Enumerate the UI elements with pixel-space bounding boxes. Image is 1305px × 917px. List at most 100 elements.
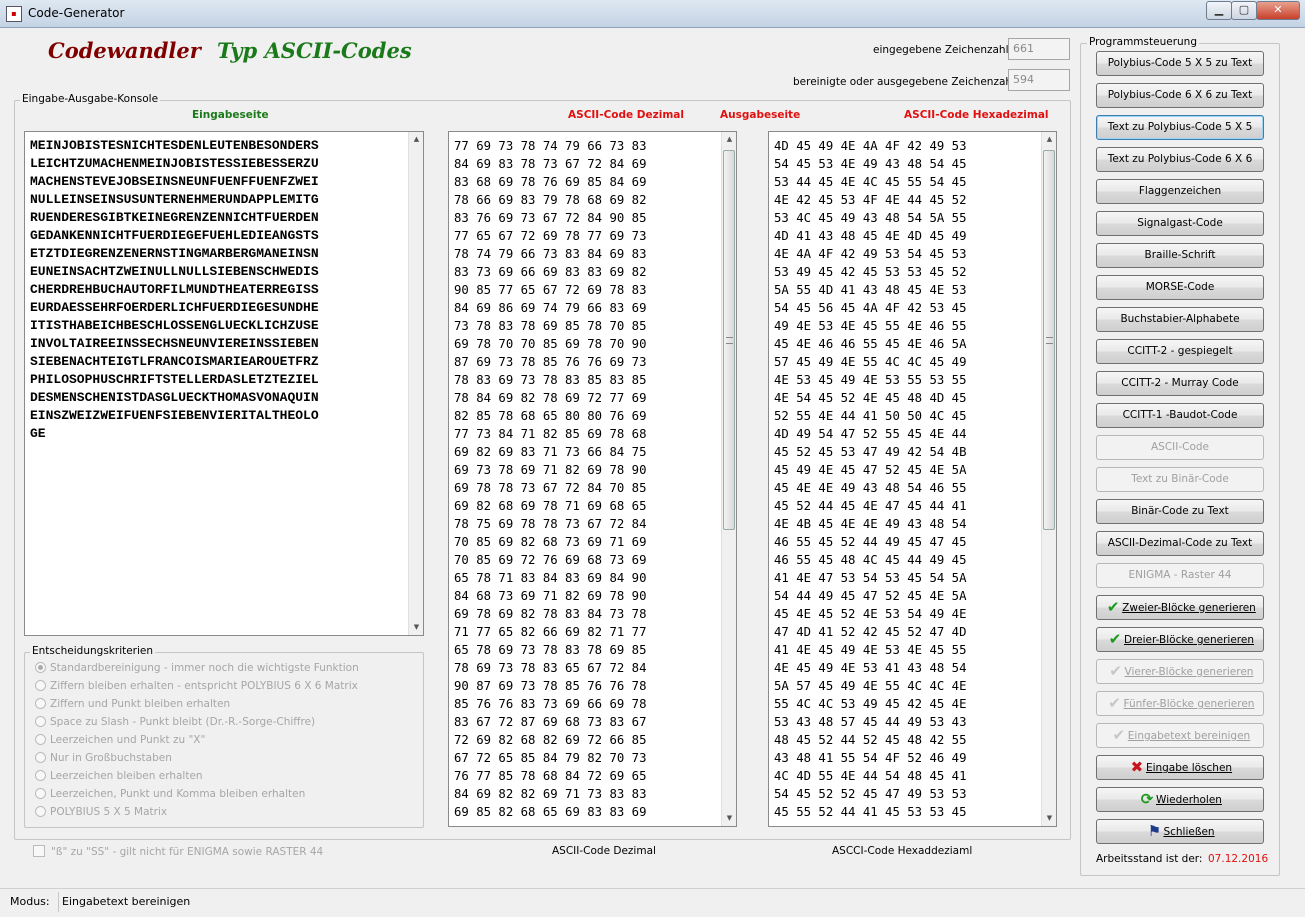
delete-icon: ✖ (1130, 758, 1144, 776)
control-button[interactable]: ✔ Zweier-Blöcke generieren (1096, 595, 1264, 620)
control-button[interactable]: ENIGMA - Raster 44 (1096, 563, 1264, 588)
radio-button[interactable] (35, 680, 46, 691)
output-count-field[interactable]: 594 (1008, 69, 1070, 91)
control-button[interactable]: Text zu Binär-Code (1096, 467, 1264, 492)
input-count-field[interactable]: 661 (1008, 38, 1070, 60)
criteria-option[interactable]: Space zu Slash - Punkt bleibt (Dr.-R.-So… (35, 714, 315, 730)
radio-button[interactable] (35, 734, 46, 745)
criteria-option[interactable]: Leerzeichen und Punkt zu "X" (35, 732, 205, 748)
input-count-label: eingegebene Zeichenzahl (873, 44, 1009, 56)
status-mode-label: Modus: (10, 895, 50, 908)
control-button-label: Vierer-Blöcke generieren (1124, 666, 1254, 678)
criteria-option-label: Standardbereinigung - immer noch die wic… (50, 662, 359, 674)
ss-checkbox[interactable] (33, 845, 45, 857)
scrollbar-thumb[interactable] (723, 150, 735, 530)
control-button[interactable]: Text zu Polybius-Code 5 X 5 (1096, 115, 1264, 140)
control-button[interactable]: Polybius-Code 5 X 5 zu Text (1096, 51, 1264, 76)
ss-checkbox-label: "ß" zu "SS" - gilt nicht für ENIGMA sowi… (51, 846, 324, 858)
criteria-option[interactable]: Nur in Großbuchstaben (35, 750, 172, 766)
output-count-label: bereinigte oder ausgegebene Zeichenzahl (793, 76, 1015, 88)
radio-button[interactable] (35, 770, 46, 781)
control-button[interactable]: ⟳ Wiederholen (1096, 787, 1264, 812)
header-title-type: Typ ASCII-Codes (217, 38, 412, 63)
date-value: 07.12.2016 (1208, 853, 1269, 865)
control-button-label: Text zu Polybius-Code 6 X 6 (1107, 153, 1253, 165)
title-bar[interactable]: ▪ Code-Generator ▁ ▢ ✕ (0, 0, 1305, 28)
check-icon: ✔ (1109, 662, 1122, 680)
input-textarea[interactable]: MEINJOBISTESNICHTESDENLEUTENBESONDERS LE… (24, 131, 424, 636)
criteria-option[interactable]: Standardbereinigung - immer noch die wic… (35, 660, 359, 676)
control-button[interactable]: ASCII-Dezimal-Code zu Text (1096, 531, 1264, 556)
hex-bottom-label: ASCCI-Code Hexaddeziaml (832, 845, 973, 857)
radio-button[interactable] (35, 806, 46, 817)
control-button[interactable]: Signalgast-Code (1096, 211, 1264, 236)
control-button[interactable]: MORSE-Code (1096, 275, 1264, 300)
hex-output-textarea[interactable]: 4D 45 49 4E 4A 4F 42 49 53 54 45 53 4E 4… (768, 131, 1057, 827)
hex-scrollbar[interactable]: ▲ ▼ (1041, 132, 1056, 826)
grip-icon (1046, 337, 1053, 344)
close-window-button[interactable]: ✕ (1256, 1, 1300, 20)
radio-button[interactable] (35, 716, 46, 727)
control-button[interactable]: ✔ Eingabetext bereinigen (1096, 723, 1264, 748)
radio-button[interactable] (35, 698, 46, 709)
decimal-scrollbar[interactable]: ▲ ▼ (721, 132, 736, 826)
radio-button[interactable] (35, 788, 46, 799)
control-button-label: Flaggenzeichen (1138, 185, 1222, 197)
control-button[interactable]: Buchstabier-Alphabete (1096, 307, 1264, 332)
console-group-label: Eingabe-Ausgabe-Konsole (20, 93, 161, 105)
scroll-down-icon[interactable]: ▼ (722, 811, 736, 826)
control-button-label: CCITT-1 -Baudot-Code (1122, 409, 1238, 421)
criteria-option[interactable]: POLYBIUS 5 X 5 Matrix (35, 804, 167, 820)
control-button-label: MORSE-Code (1145, 281, 1215, 293)
criteria-option[interactable]: Leerzeichen bleiben erhalten (35, 768, 203, 784)
control-button-label: Polybius-Code 6 X 6 zu Text (1107, 89, 1253, 101)
scroll-down-icon[interactable]: ▼ (1042, 811, 1056, 826)
grip-icon (726, 337, 733, 344)
criteria-option[interactable]: Leerzeichen, Punkt und Komma bleiben erh… (35, 786, 305, 802)
control-button[interactable]: Braille-Schrift (1096, 243, 1264, 268)
control-button[interactable]: ✖ Eingabe löschen (1096, 755, 1264, 780)
scroll-up-icon[interactable]: ▲ (409, 132, 423, 147)
control-button[interactable]: Polybius-Code 6 X 6 zu Text (1096, 83, 1264, 108)
control-button-label: Buchstabier-Alphabete (1120, 313, 1240, 325)
input-scrollbar[interactable]: ▲ ▼ (408, 132, 423, 635)
scrollbar-thumb[interactable] (1043, 150, 1055, 530)
control-button[interactable]: ⚑ Schließen (1096, 819, 1264, 844)
hex-column-label: ASCII-Code Hexadezimal (904, 109, 1049, 121)
decimal-output-textarea[interactable]: 77 69 73 78 74 79 66 73 83 84 69 83 78 7… (448, 131, 737, 827)
minimize-button[interactable]: ▁ (1206, 1, 1232, 20)
maximize-button[interactable]: ▢ (1231, 1, 1257, 20)
program-control-label: Programmsteuerung (1087, 36, 1199, 48)
app-icon: ▪ (6, 6, 22, 22)
control-button[interactable]: Flaggenzeichen (1096, 179, 1264, 204)
control-button[interactable]: ✔ Fünfer-Blöcke generieren (1096, 691, 1264, 716)
control-button[interactable]: ✔ Vierer-Blöcke generieren (1096, 659, 1264, 684)
criteria-option[interactable]: Ziffern und Punkt bleiben erhalten (35, 696, 230, 712)
control-button[interactable]: CCITT-2 - gespiegelt (1096, 339, 1264, 364)
control-button-label: Text zu Binär-Code (1131, 473, 1229, 485)
control-button-label: Eingabe löschen (1145, 762, 1233, 774)
scroll-down-icon[interactable]: ▼ (409, 620, 423, 635)
criteria-option-label: Nur in Großbuchstaben (50, 752, 172, 764)
criteria-option[interactable]: Ziffern bleiben erhalten - entspricht PO… (35, 678, 358, 694)
dec-column-label: ASCII-Code Dezimal (568, 109, 684, 121)
control-button-label: Polybius-Code 5 X 5 zu Text (1107, 57, 1253, 69)
control-button[interactable]: ASCII-Code (1096, 435, 1264, 460)
header-title-codewandler: Codewandler (48, 38, 201, 63)
control-button[interactable]: CCITT-2 - Murray Code (1096, 371, 1264, 396)
scroll-up-icon[interactable]: ▲ (722, 132, 736, 147)
scroll-up-icon[interactable]: ▲ (1042, 132, 1056, 147)
radio-button[interactable] (35, 752, 46, 763)
criteria-option-label: Leerzeichen und Punkt zu "X" (50, 734, 206, 746)
criteria-option-label: Ziffern bleiben erhalten - entspricht PO… (50, 680, 358, 692)
control-button-label: Zweier-Blöcke generieren (1122, 602, 1256, 614)
ss-checkbox-row[interactable]: "ß" zu "SS" - gilt nicht für ENIGMA sowi… (33, 845, 323, 858)
control-button-label: Binär-Code zu Text (1131, 505, 1229, 517)
control-button[interactable]: Binär-Code zu Text (1096, 499, 1264, 524)
control-button[interactable]: Text zu Polybius-Code 6 X 6 (1096, 147, 1264, 172)
radio-button[interactable] (35, 662, 46, 673)
control-button-label: Braille-Schrift (1144, 249, 1216, 261)
control-button[interactable]: CCITT-1 -Baudot-Code (1096, 403, 1264, 428)
control-button[interactable]: ✔ Dreier-Blöcke generieren (1096, 627, 1264, 652)
exit-icon: ⚑ (1147, 822, 1162, 840)
